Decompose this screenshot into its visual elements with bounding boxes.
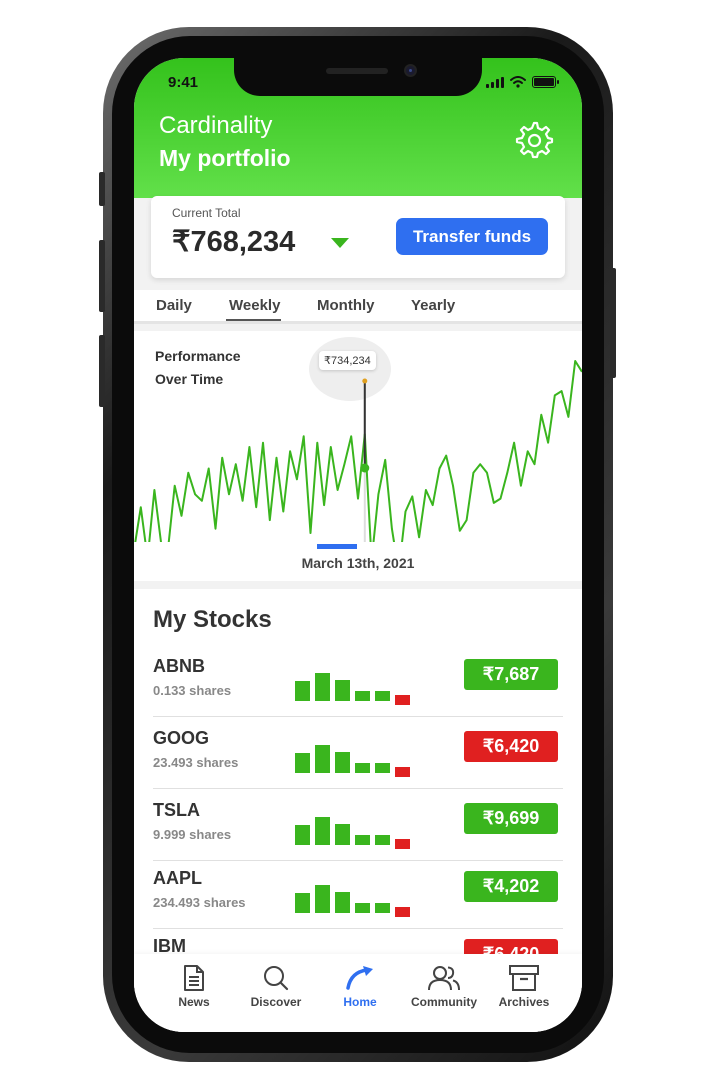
app-screen: 9:41 Cardinality My portfolio Current To…: [134, 58, 582, 1032]
stock-row-tsla[interactable]: TSLA 9.999 shares ₹9,699: [153, 789, 563, 861]
mini-bar: [375, 763, 390, 773]
stock-ticker: ABNB: [153, 656, 205, 676]
mini-bar: [295, 825, 310, 845]
mini-bar: [335, 680, 350, 701]
archive-icon: [509, 965, 539, 991]
page-title: My portfolio: [159, 145, 291, 171]
mini-bar: [295, 893, 310, 913]
mini-bar: [395, 695, 410, 705]
stock-shares: 23.493 shares: [153, 755, 239, 770]
mini-bar: [395, 907, 410, 917]
tab-weekly[interactable]: Weekly: [229, 297, 280, 314]
mini-bar-chart: [295, 663, 415, 705]
stock-row-abnb[interactable]: ABNB 0.133 shares ₹7,687: [153, 645, 563, 717]
tabs-divider: [134, 321, 582, 324]
nav-label: Discover: [250, 995, 302, 1009]
portfolio-summary-card: Current Total ₹768,234 Transfer funds: [151, 196, 565, 278]
mini-bar: [395, 839, 410, 849]
nav-label: Community: [411, 995, 477, 1009]
stock-ticker: AAPL: [153, 868, 202, 888]
mini-bar: [395, 767, 410, 777]
notch: [234, 58, 482, 96]
status-time: 9:41: [168, 74, 199, 91]
highlight-top-dot: [362, 378, 368, 384]
nav-label: Archives: [498, 995, 550, 1009]
stock-shares: 234.493 shares: [153, 895, 246, 910]
mini-bar-chart: [295, 807, 415, 849]
nav-news[interactable]: News: [154, 964, 234, 1009]
tab-yearly[interactable]: Yearly: [411, 297, 455, 314]
nav-label: Home: [343, 995, 377, 1009]
period-tabs: Daily Weekly Monthly Yearly: [134, 290, 582, 324]
mini-bar: [295, 753, 310, 773]
stock-price-badge[interactable]: ₹7,687: [464, 659, 558, 690]
stock-price-badge[interactable]: ₹4,202: [464, 871, 558, 902]
mini-bar: [375, 835, 390, 845]
mini-bar: [375, 691, 390, 701]
mini-bar: [355, 903, 370, 913]
mini-bar: [295, 681, 310, 701]
nav-discover[interactable]: Discover: [236, 964, 316, 1009]
bottom-nav: News Discover Home Community Archives: [134, 954, 582, 1032]
document-icon: [184, 965, 204, 991]
nav-community[interactable]: Community: [404, 964, 484, 1009]
stock-shares: 0.133 shares: [153, 683, 232, 698]
mini-bar: [335, 892, 350, 913]
chart-tooltip-value: ₹734,234: [319, 351, 376, 370]
status-icons: [486, 76, 559, 88]
current-total-value: ₹768,234: [172, 226, 296, 258]
mute-switch: [99, 172, 105, 206]
mini-bar: [315, 885, 330, 913]
gear-icon[interactable]: [514, 120, 554, 160]
speaker-grille: [326, 68, 388, 74]
stock-price-badge[interactable]: ₹9,699: [464, 803, 558, 834]
series-line: [134, 360, 582, 573]
stock-ticker: GOOG: [153, 728, 210, 748]
trend-down-icon: [331, 238, 349, 248]
volume-up-button: [99, 240, 105, 312]
date-scrubber-handle[interactable]: [317, 544, 357, 549]
chart-title-line2: Over Time: [155, 371, 224, 387]
highlight-point: [360, 463, 370, 473]
battery-icon: [532, 76, 559, 88]
mini-bar: [315, 817, 330, 845]
tab-daily[interactable]: Daily: [156, 297, 192, 314]
chart-title-line1: Performance: [155, 348, 241, 364]
mini-bar: [355, 835, 370, 845]
people-icon: [428, 966, 460, 991]
stock-price-badge[interactable]: ₹6,420: [464, 731, 558, 762]
mini-bar: [355, 763, 370, 773]
mini-bar-chart: [295, 735, 415, 777]
mini-bar-chart: [295, 875, 415, 917]
search-icon: [264, 966, 289, 991]
current-total-label: Current Total: [172, 206, 241, 220]
stock-row-goog[interactable]: GOOG 23.493 shares ₹6,420: [153, 717, 563, 789]
nav-home[interactable]: Home: [320, 964, 400, 1009]
chart-title: Performance Over Time: [155, 345, 241, 391]
mini-bar: [355, 691, 370, 701]
transfer-funds-button[interactable]: Transfer funds: [396, 218, 548, 255]
mini-bar: [335, 752, 350, 773]
nav-archives[interactable]: Archives: [484, 964, 564, 1009]
volume-down-button: [99, 335, 105, 407]
stock-shares: 9.999 shares: [153, 827, 232, 842]
power-button: [610, 268, 616, 378]
selected-date-label: March 13th, 2021: [301, 555, 415, 571]
home-arc-icon: [346, 966, 373, 990]
wifi-icon: [510, 76, 526, 88]
mini-bar: [315, 745, 330, 773]
chart-date-bar: March 13th, 2021: [134, 542, 582, 576]
mini-bar: [375, 903, 390, 913]
stock-ticker: TSLA: [153, 800, 200, 820]
stock-row-aapl[interactable]: AAPL 234.493 shares ₹4,202: [153, 857, 563, 929]
cellular-signal-icon: [486, 77, 504, 88]
nav-label: News: [178, 995, 210, 1009]
stocks-title: My Stocks: [153, 606, 272, 633]
tab-monthly[interactable]: Monthly: [317, 297, 375, 314]
front-camera: [404, 64, 417, 77]
app-name: Cardinality: [159, 112, 273, 139]
mini-bar: [315, 673, 330, 701]
mini-bar: [335, 824, 350, 845]
